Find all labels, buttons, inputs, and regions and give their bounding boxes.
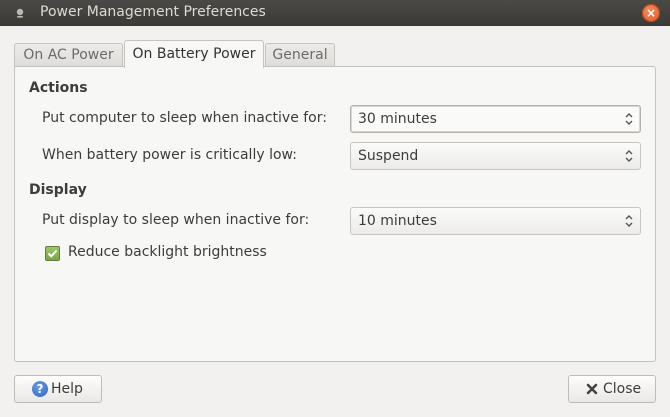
combo-arrows-icon [625,113,633,125]
display-sleep-select[interactable]: 10 minutes [350,207,641,235]
window-menu-icon[interactable] [14,7,26,19]
display-section-title: Display [29,182,87,198]
window-title: Power Management Preferences [40,4,266,20]
critical-battery-value: Suspend [358,148,419,164]
tab-panel: Actions Put computer to sleep when inact… [14,66,656,362]
close-button-label: Close [603,381,642,397]
close-button[interactable]: Close [568,375,656,403]
titlebar: Power Management Preferences × [0,0,670,26]
reduce-backlight-checkbox[interactable] [45,246,60,261]
computer-sleep-select[interactable]: 30 minutes [350,105,641,133]
actions-section-title: Actions [29,80,88,96]
tab-on-battery-power[interactable]: On Battery Power [124,40,264,68]
reduce-backlight-label[interactable]: Reduce backlight brightness [68,244,267,260]
display-sleep-value: 10 minutes [358,213,437,229]
computer-sleep-label: Put computer to sleep when inactive for: [42,110,327,126]
critical-battery-select[interactable]: Suspend [350,142,641,170]
power-management-window: Power Management Preferences × On AC Pow… [0,0,670,417]
checkmark-icon [47,249,58,258]
help-icon: ? [32,381,48,397]
display-sleep-label: Put display to sleep when inactive for: [42,212,310,228]
combo-arrows-icon [625,215,633,227]
help-button[interactable]: ? Help [14,375,102,403]
combo-arrows-icon [625,150,633,162]
critical-battery-label: When battery power is critically low: [42,147,297,163]
window-close-icon[interactable]: × [642,4,660,22]
help-button-label: Help [51,381,83,397]
close-icon [586,383,598,395]
tab-on-ac-power[interactable]: On AC Power [14,43,123,67]
tab-general[interactable]: General [265,43,335,67]
computer-sleep-value: 30 minutes [358,111,437,127]
